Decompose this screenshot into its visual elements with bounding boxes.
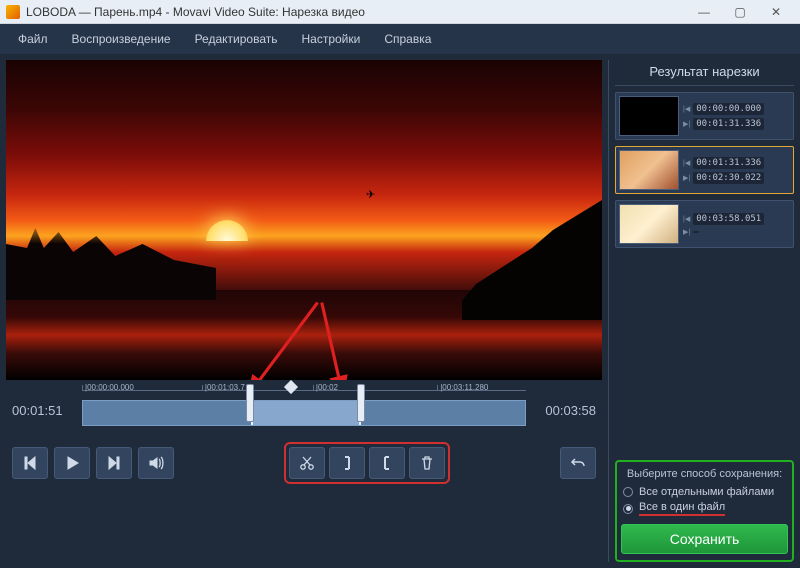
prev-icon: |◀ — [683, 105, 690, 113]
menu-help[interactable]: Справка — [384, 32, 431, 46]
clip-thumbnail — [619, 150, 679, 190]
trim-handle-start[interactable] — [246, 384, 254, 422]
mark-in-button[interactable] — [329, 447, 365, 479]
video-preview[interactable]: ✈ — [6, 60, 602, 380]
tick: |00:02 — [313, 385, 338, 391]
save-option-label: Все отдельными файлами — [639, 486, 774, 498]
clip-thumbnail — [619, 204, 679, 244]
clip-start: 00:01:31.336 — [693, 157, 764, 169]
menu-file[interactable]: Файл — [18, 32, 48, 46]
edit-controls — [284, 442, 450, 484]
clips-list: |◀00:00:00.000 ▶|00:01:31.336 |◀00:01:31… — [615, 86, 794, 460]
save-option-label: Все в один файл — [639, 501, 725, 516]
cut-button[interactable] — [289, 447, 325, 479]
prev-button[interactable] — [12, 447, 48, 479]
clip-end: 00:01:31.336 — [693, 118, 764, 130]
radio-icon — [623, 487, 633, 497]
clip-start: 00:03:58.051 — [693, 213, 764, 225]
clip-start: 00:00:00.000 — [693, 103, 764, 115]
clip-item[interactable]: |◀00:01:31.336 ▶|00:02:30.022 — [615, 146, 794, 194]
menu-edit[interactable]: Редактировать — [195, 32, 278, 46]
delete-button[interactable] — [409, 447, 445, 479]
prev-icon: |◀ — [683, 159, 690, 167]
save-option-separate[interactable]: Все отдельными файлами — [623, 486, 786, 498]
save-option-single[interactable]: Все в один файл — [623, 501, 786, 516]
maximize-button[interactable]: ▢ — [722, 0, 758, 24]
clip-end — [693, 231, 699, 233]
menubar: Файл Воспроизведение Редактировать Настр… — [0, 24, 800, 54]
app-icon — [6, 5, 20, 19]
save-prompt: Выберите способ сохранения: — [621, 468, 788, 480]
tick: |00:00:00.000 — [82, 385, 134, 391]
trim-handle-end[interactable] — [357, 384, 365, 422]
window-title: LOBODA — Парень.mp4 - Movavi Video Suite… — [26, 5, 686, 19]
undo-controls — [560, 447, 596, 479]
save-panel: Выберите способ сохранения: Все отдельны… — [615, 460, 794, 562]
save-button-label: Сохранить — [670, 531, 740, 547]
menu-playback[interactable]: Воспроизведение — [72, 32, 171, 46]
tick: |00:03:11.280 — [437, 385, 488, 391]
clip-end: 00:02:30.022 — [693, 172, 764, 184]
clip-item[interactable]: |◀00:00:00.000 ▶|00:01:31.336 — [615, 92, 794, 140]
clip-item[interactable]: |◀00:03:58.051 ▶| — [615, 200, 794, 248]
current-time: 00:01:51 — [12, 403, 72, 418]
next-icon: ▶| — [683, 174, 690, 182]
close-button[interactable]: ✕ — [758, 0, 794, 24]
results-panel-title: Результат нарезки — [615, 60, 794, 86]
next-icon: ▶| — [683, 120, 690, 128]
save-button[interactable]: Сохранить — [621, 524, 788, 554]
tick: |00:01:03.7 — [202, 385, 245, 391]
volume-button[interactable] — [138, 447, 174, 479]
timeline[interactable]: |00:00:00.000 |00:01:03.7 |00:02 |00:03:… — [82, 390, 526, 430]
minimize-button[interactable]: — — [686, 0, 722, 24]
playback-controls — [12, 447, 174, 479]
prev-icon: |◀ — [683, 215, 690, 223]
next-button[interactable] — [96, 447, 132, 479]
next-icon: ▶| — [683, 228, 690, 236]
titlebar: LOBODA — Парень.mp4 - Movavi Video Suite… — [0, 0, 800, 24]
total-time: 00:03:58 — [536, 403, 596, 418]
menu-settings[interactable]: Настройки — [301, 32, 360, 46]
helicopter-icon: ✈ — [366, 188, 375, 201]
play-button[interactable] — [54, 447, 90, 479]
clip-thumbnail — [619, 96, 679, 136]
undo-button[interactable] — [560, 447, 596, 479]
timeline-track[interactable] — [82, 400, 526, 426]
radio-icon — [623, 504, 633, 514]
mark-out-button[interactable] — [369, 447, 405, 479]
